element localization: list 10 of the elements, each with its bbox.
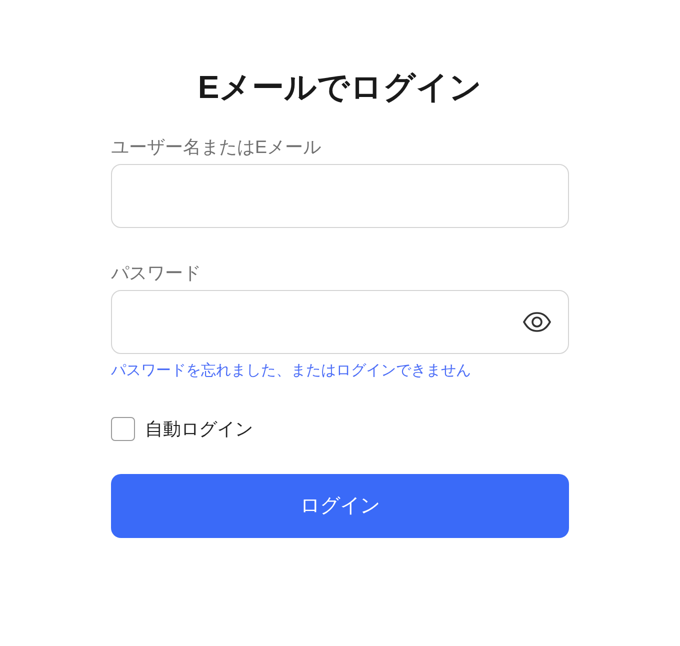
field-label: ユーザー名またはEメール — [111, 136, 322, 159]
login-button[interactable]: ログイン — [111, 474, 569, 538]
auto-login-label: 自動ログイン — [145, 418, 253, 441]
forgot-password-link[interactable]: パスワードを忘れました、またはログインできません — [111, 360, 471, 382]
password-field[interactable] — [111, 290, 569, 354]
field-label: パスワード — [111, 262, 201, 285]
show-password-icon[interactable] — [522, 311, 552, 333]
auto-login-checkbox[interactable] — [111, 417, 135, 441]
page-title: Eメールでログイン — [196, 68, 484, 107]
username-field[interactable] — [111, 164, 569, 228]
